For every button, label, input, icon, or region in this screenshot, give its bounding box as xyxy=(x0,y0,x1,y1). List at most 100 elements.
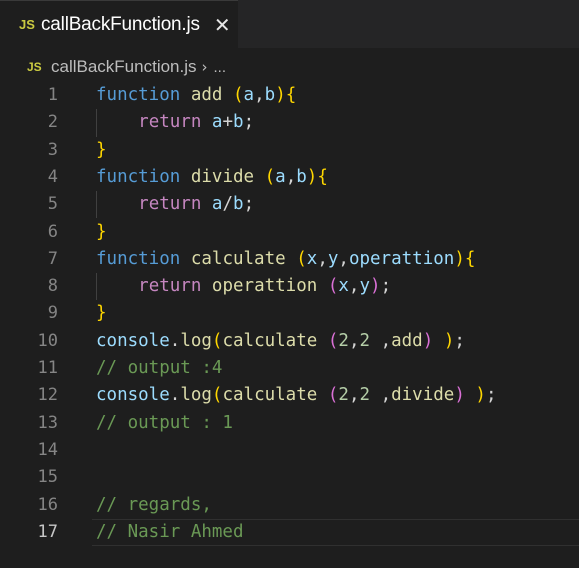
js-file-icon: JS xyxy=(27,60,42,74)
tab-label: callBackFunction.js xyxy=(41,13,200,35)
code-token: return xyxy=(138,194,202,215)
code-line[interactable]: 10 console.log(calculate (2,2 ,add) ); xyxy=(0,328,579,355)
code-line[interactable]: 14 xyxy=(0,437,579,464)
code-token: ) xyxy=(306,166,318,187)
code-line[interactable]: 13 // output : 1 xyxy=(0,410,579,437)
code-token: log xyxy=(180,330,212,351)
code-token: { xyxy=(317,166,328,187)
line-number: 8 xyxy=(47,276,58,297)
code-token: , xyxy=(285,166,297,187)
code-token: ( xyxy=(211,330,223,351)
code-text: // regards, xyxy=(96,492,212,519)
code-token: , xyxy=(348,385,360,406)
code-token: console xyxy=(96,330,170,351)
code-line[interactable]: 8 return operattion (x,y); xyxy=(0,273,579,300)
code-text: } xyxy=(96,137,107,164)
code-editor[interactable]: 1 function add (a,b){2 return a+b; 3} 4 func… xyxy=(0,82,579,568)
code-text: // output :4 xyxy=(96,355,222,382)
line-number: 9 xyxy=(47,303,58,324)
code-line[interactable]: 9} xyxy=(0,300,579,327)
code-token: a xyxy=(211,112,223,133)
code-token: console xyxy=(96,385,170,406)
code-token: ( xyxy=(296,248,307,269)
code-token: a xyxy=(275,166,286,187)
code-text: function divide (a,b){ xyxy=(96,164,328,191)
code-token: // Nasir Ahmed xyxy=(96,521,244,542)
code-token: divide xyxy=(391,385,455,406)
code-token: 2 xyxy=(338,385,349,406)
code-token: ( xyxy=(211,385,223,406)
code-token: b xyxy=(264,85,276,105)
line-number: 7 xyxy=(47,248,58,269)
line-number: 5 xyxy=(47,194,58,215)
code-text: console.log(calculate (2,2 ,add) ); xyxy=(96,328,465,355)
tab-callbackfunction-js[interactable]: JS callBackFunction.js ✕ xyxy=(0,0,238,48)
close-icon[interactable]: ✕ xyxy=(214,15,231,35)
code-line[interactable]: 3} xyxy=(0,137,579,164)
code-text: return a+b; xyxy=(96,109,254,136)
code-token: operattion xyxy=(211,276,318,297)
code-line[interactable]: 12 console.log(calculate (2,2 ,divide) ); xyxy=(0,382,579,409)
code-text: function calculate (x,y,operattion){ xyxy=(96,246,475,273)
code-token: } xyxy=(96,303,107,324)
code-text: } xyxy=(96,219,107,246)
code-token: ( xyxy=(264,166,276,187)
line-number: 12 xyxy=(37,385,58,406)
code-line[interactable]: 6} xyxy=(0,219,579,246)
code-token: return xyxy=(138,276,202,297)
code-token: x xyxy=(338,276,349,297)
line-number: 6 xyxy=(47,221,58,242)
line-number: 4 xyxy=(47,166,58,187)
code-token: ) xyxy=(454,385,465,406)
code-line[interactable]: 4 function divide (a,b){ xyxy=(0,164,579,191)
code-token: // regards, xyxy=(96,494,212,515)
code-token: { xyxy=(285,85,297,105)
code-line[interactable]: 11 // output :4 xyxy=(0,355,579,382)
breadcrumb-file[interactable]: callBackFunction.js xyxy=(51,57,197,77)
code-text: return a/b; xyxy=(96,191,254,218)
code-line[interactable]: 5 return a/b; xyxy=(0,191,579,218)
code-token: , xyxy=(338,248,349,269)
breadcrumb: JS callBackFunction.js › ... xyxy=(0,48,579,86)
line-number: 17 xyxy=(37,521,58,542)
code-token: , xyxy=(348,330,360,351)
breadcrumb-more[interactable]: ... xyxy=(214,59,227,76)
code-token: } xyxy=(96,139,107,160)
code-token: return xyxy=(138,112,202,133)
code-token: calculate xyxy=(222,385,318,406)
code-token: ( xyxy=(327,385,339,406)
code-line[interactable]: 17 // Nasir Ahmed xyxy=(0,519,579,546)
code-token: ; xyxy=(243,112,255,133)
code-line[interactable]: 2 return a+b; xyxy=(0,109,579,136)
code-token: a xyxy=(243,85,255,105)
code-line[interactable]: 15 xyxy=(0,464,579,491)
code-token: calculate xyxy=(222,330,318,351)
code-line[interactable]: 1 function add (a,b){ xyxy=(0,82,579,109)
code-line[interactable]: 16 // regards, xyxy=(0,492,579,519)
code-token: add xyxy=(391,330,423,351)
code-line[interactable]: 7 function calculate (x,y,operattion){ xyxy=(0,246,579,273)
code-token: { xyxy=(464,248,476,269)
code-token: , xyxy=(370,385,392,406)
code-text: } xyxy=(96,300,107,327)
code-token: ) xyxy=(454,248,465,269)
code-token: a xyxy=(211,194,223,215)
code-token: } xyxy=(96,221,107,242)
code-token: function xyxy=(96,85,181,105)
code-token: ( xyxy=(327,330,339,351)
code-token: function xyxy=(96,166,181,187)
code-token: ; xyxy=(485,385,497,406)
code-token: ; xyxy=(454,330,465,351)
line-number: 10 xyxy=(37,330,58,351)
